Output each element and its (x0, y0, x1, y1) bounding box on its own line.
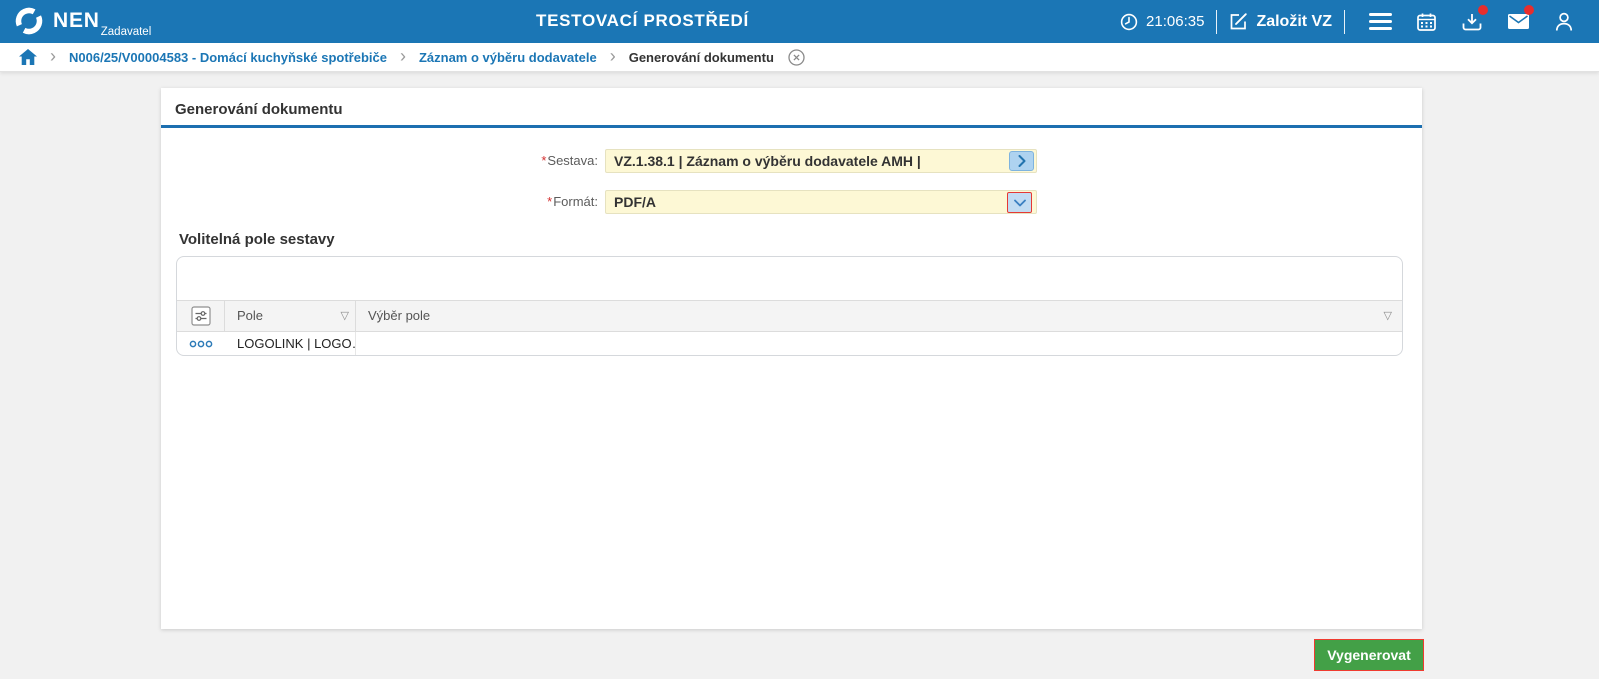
notification-badge (1524, 5, 1534, 15)
cell-vyber-pole (356, 332, 1402, 355)
header-actions: 21:06:35 Založit VZ (1120, 0, 1587, 43)
format-dropdown-button[interactable] (1007, 192, 1032, 213)
cell-pole: LOGOLINK | LOGO… (225, 332, 356, 355)
column-header-vyber-pole: Výběr pole ▽ (356, 301, 1402, 332)
grid-header-row: Pole ▽ Výběr pole ▽ (177, 299, 1402, 333)
generate-button[interactable]: Vygenerovat (1314, 639, 1424, 671)
required-mark: * (541, 153, 547, 168)
breadcrumb-item-current: Generování dokumentu (628, 49, 774, 65)
filter-icon[interactable]: ▽ (1384, 309, 1392, 322)
optional-fields-grid: Pole ▽ Výběr pole ▽ LOGOLINK | LOGO… (176, 256, 1403, 356)
breadcrumb-separator: › (609, 45, 616, 66)
format-field[interactable]: PDF/A (605, 190, 1037, 214)
table-row[interactable]: LOGOLINK | LOGO… (177, 332, 1402, 355)
section-title: Volitelná pole sestavy (179, 231, 335, 248)
session-time: 21:06:35 (1146, 13, 1205, 30)
chevron-down-icon (1013, 199, 1026, 207)
clock-icon (1120, 13, 1138, 31)
sestava-lookup-button[interactable] (1009, 151, 1034, 171)
row-menu-button[interactable] (177, 332, 225, 355)
column-label: Pole (237, 308, 264, 324)
format-label: *Formát: (547, 194, 598, 209)
breadcrumb-item-record[interactable]: Záznam o výběru dodavatele (419, 50, 597, 65)
content-card: Generování dokumentu *Sestava: VZ.1.38.1… (161, 88, 1422, 629)
required-mark: * (547, 194, 553, 209)
title-underline (161, 125, 1422, 128)
notification-badge (1478, 5, 1488, 15)
grid-toolbar-area (177, 257, 1402, 300)
environment-title: TESTOVACÍ PROSTŘEDÍ (536, 11, 749, 30)
download-icon[interactable] (1449, 0, 1495, 43)
calendar-icon[interactable] (1403, 0, 1449, 43)
menu-icon[interactable] (1357, 0, 1403, 43)
edit-icon (1229, 12, 1248, 31)
column-header-pole: Pole ▽ (225, 300, 356, 332)
breadcrumb-separator: › (50, 45, 56, 66)
create-vz-label: Založit VZ (1256, 12, 1332, 30)
user-icon[interactable] (1541, 0, 1587, 43)
close-circle-icon[interactable] (788, 48, 805, 66)
column-label: Výběr pole (368, 308, 431, 324)
create-vz-button[interactable]: Založit VZ (1229, 12, 1332, 31)
column-settings-icon (190, 306, 211, 326)
brand-name: NEN (53, 9, 100, 32)
sestava-field[interactable]: VZ.1.38.1 | Záznam o výběru dodavatele A… (605, 149, 1037, 173)
home-icon[interactable] (19, 49, 37, 65)
brand-subtitle: Zadavatel (100, 26, 152, 38)
breadcrumb-separator: › (399, 45, 406, 66)
column-settings-button[interactable] (177, 300, 225, 332)
session-clock: 21:06:35 (1120, 13, 1204, 31)
header-divider (1216, 9, 1218, 34)
row-menu-icon (189, 340, 213, 348)
mail-icon[interactable] (1495, 0, 1541, 43)
filter-icon[interactable]: ▽ (341, 309, 349, 322)
nen-logo-icon (14, 6, 44, 36)
header-divider (1344, 9, 1345, 34)
sestava-label: *Sestava: (541, 153, 598, 168)
chevron-right-icon (1018, 155, 1026, 167)
breadcrumb: › N006/25/V00004583 - Domácí kuchyňské s… (0, 43, 1599, 72)
page-title: Generování dokumentu (175, 101, 343, 118)
top-header-bar: NENZadavatel TESTOVACÍ PROSTŘEDÍ 21:06:3… (0, 0, 1599, 43)
nen-logo[interactable]: NENZadavatel (14, 6, 152, 38)
breadcrumb-item-procurement[interactable]: N006/25/V00004583 - Domácí kuchyňské spo… (69, 50, 387, 65)
